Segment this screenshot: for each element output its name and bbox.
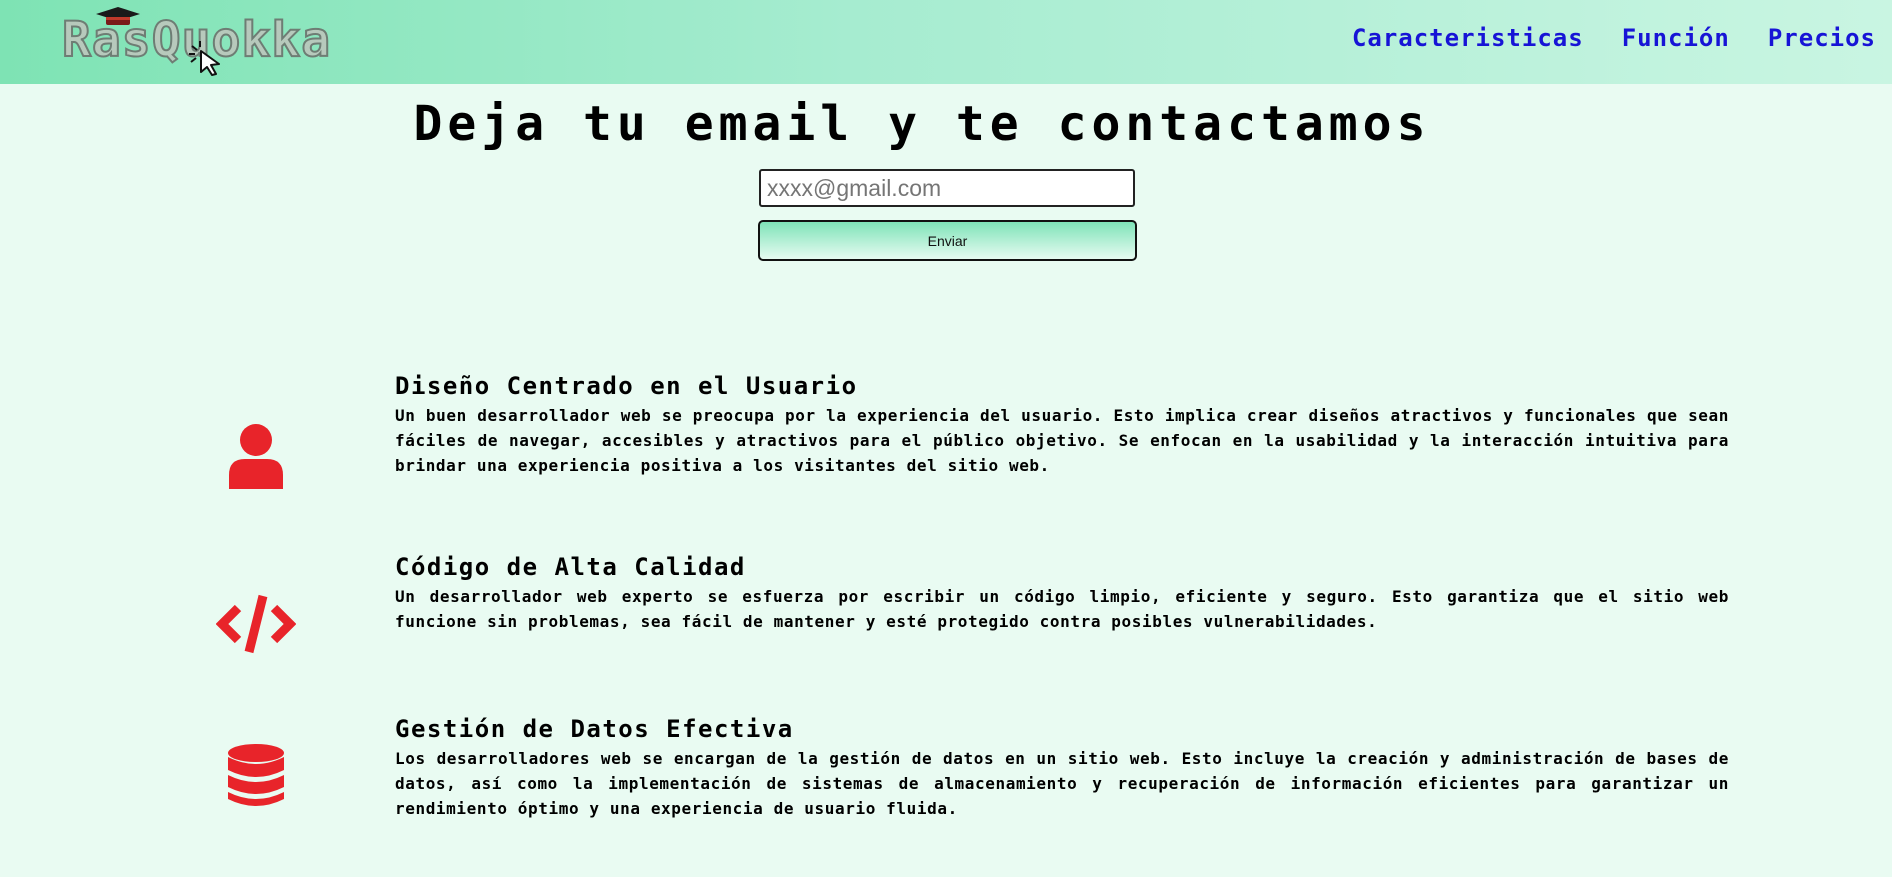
feature-title: Diseño Centrado en el Usuario <box>395 372 858 400</box>
feature-text: Los desarrolladores web se encargan de l… <box>395 749 1729 818</box>
feature-title: Código de Alta Calidad <box>395 553 746 581</box>
code-icon <box>211 579 301 669</box>
nav-link-funcion[interactable]: Función <box>1622 24 1730 52</box>
feature-text: Un buen desarrollador web se preocupa po… <box>395 406 1729 475</box>
nav-link-precios[interactable]: Precios <box>1768 24 1876 52</box>
feature-text: Un desarrollador web experto se esfuerza… <box>395 587 1729 631</box>
page-title: Deja tu email y te contactamos <box>413 96 1431 152</box>
logo[interactable]: RasQuokka <box>61 2 352 76</box>
feature-title: Gestión de Datos Efectiva <box>395 715 794 743</box>
database-icon <box>211 731 301 821</box>
send-button[interactable]: Enviar <box>758 220 1137 261</box>
main-nav: Caracteristicas Función Precios <box>1352 24 1876 52</box>
email-field[interactable] <box>759 169 1135 207</box>
site-header: RasQuokka Caracteristicas Función Precio… <box>0 0 1892 84</box>
nav-link-caracteristicas[interactable]: Caracteristicas <box>1352 24 1584 52</box>
user-icon <box>211 411 301 501</box>
cursor-click-icon <box>189 41 220 76</box>
